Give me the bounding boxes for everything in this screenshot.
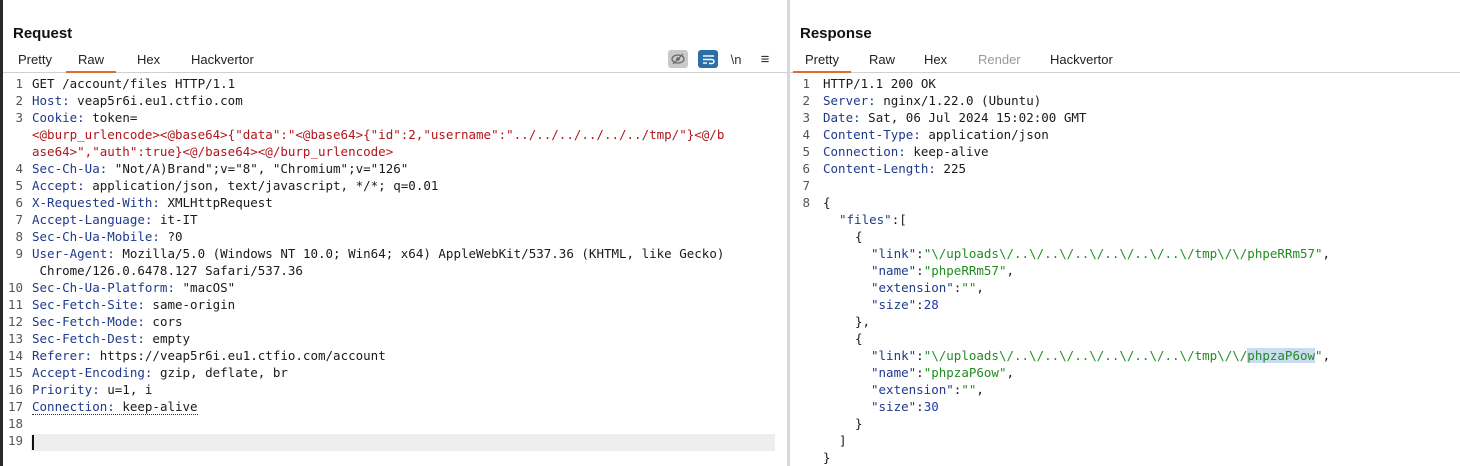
line-number: 1 (802, 76, 810, 91)
request-editor[interactable]: 1 2 3 4 5 6 7 8 9 10 11 12 13 14 15 16 1… (3, 76, 787, 466)
request-tab-hackvertor[interactable]: Hackvertor (179, 48, 266, 71)
json-line: } (855, 416, 863, 431)
line-number: 4 (15, 161, 23, 176)
request-line: GET /account/files HTTP/1.1 (32, 76, 236, 91)
line-number: 7 (15, 212, 23, 227)
line-number: 5 (802, 144, 810, 159)
response-tab-render: Render (978, 52, 1021, 67)
line-number: 10 (7, 280, 23, 295)
request-title: Request (13, 25, 73, 42)
line-number: 14 (7, 348, 23, 363)
json-line: } (823, 450, 831, 465)
request-line: ase64>","auth":true}<@/base64><@/burp_ur… (32, 144, 394, 159)
line-number: 19 (7, 433, 23, 448)
response-line: Content-Type: application/json (823, 127, 1049, 142)
request-line: <@burp_urlencode><@base64>{"data":"<@bas… (32, 127, 725, 142)
response-tab-hackvertor[interactable]: Hackvertor (1038, 48, 1125, 71)
response-line: HTTP/1.1 200 OK (823, 76, 936, 91)
line-number: 11 (7, 297, 23, 312)
request-pane: Request Pretty Raw Hex Hackvertor \n ≡ 1… (3, 0, 787, 466)
response-tab-raw[interactable]: Raw (857, 48, 907, 71)
request-line: Cookie: token= (32, 110, 138, 125)
line-number: 9 (15, 246, 23, 261)
line-number: 2 (15, 93, 23, 108)
line-number: 8 (802, 195, 810, 210)
line-number: 13 (7, 331, 23, 346)
request-line: User-Agent: Mozilla/5.0 (Windows NT 10.0… (32, 246, 725, 261)
line-number: 15 (7, 365, 23, 380)
eye-off-icon[interactable] (668, 50, 688, 68)
line-number: 2 (802, 93, 810, 108)
request-line: Sec-Ch-Ua-Platform: "macOS" (32, 280, 236, 295)
request-line: Connection: keep-alive (32, 399, 198, 415)
json-line: "name":"phpeRRm57", (871, 263, 1015, 278)
response-editor[interactable]: 1 2 3 4 5 6 7 8 HTTP/1.1 200 OK Server: … (790, 76, 1460, 466)
line-number: 3 (15, 110, 23, 125)
line-number: 16 (7, 382, 23, 397)
response-pane: Response Pretty Raw Hex Render Hackverto… (790, 0, 1460, 466)
response-line: Date: Sat, 06 Jul 2024 15:02:00 GMT (823, 110, 1087, 125)
json-line: "link":"\/uploads\/..\/..\/..\/..\/..\/.… (871, 348, 1331, 363)
line-number: 8 (15, 229, 23, 244)
request-tab-hex[interactable]: Hex (125, 48, 172, 71)
request-line: Priority: u=1, i (32, 382, 153, 397)
selected-text: phpzaP6ow (1247, 348, 1316, 363)
request-line: Sec-Fetch-Dest: empty (32, 331, 191, 346)
request-line: Sec-Ch-Ua: "Not/A)Brand";v="8", "Chromiu… (32, 161, 409, 176)
json-line: { (823, 195, 831, 210)
request-line: Accept-Encoding: gzip, deflate, br (32, 365, 288, 380)
response-line: Server: nginx/1.22.0 (Ubuntu) (823, 93, 1042, 108)
request-line: Sec-Fetch-Mode: cors (32, 314, 183, 329)
request-line: Chrome/126.0.6478.127 Safari/537.36 (32, 263, 303, 278)
request-line: Referer: https://veap5r6i.eu1.ctfio.com/… (32, 348, 386, 363)
line-number: 4 (802, 127, 810, 142)
line-number: 17 (7, 399, 23, 414)
line-number: 1 (15, 76, 23, 91)
request-line: Accept: application/json, text/javascrip… (32, 178, 439, 193)
request-tab-pretty[interactable]: Pretty (6, 48, 64, 71)
menu-icon[interactable]: ≡ (755, 50, 775, 68)
json-line: { (855, 229, 863, 244)
response-title: Response (800, 25, 872, 42)
json-line: { (855, 331, 863, 346)
json-line: }, (855, 314, 871, 329)
request-tabs: Pretty Raw Hex Hackvertor \n ≡ (3, 48, 787, 73)
response-tab-pretty[interactable]: Pretty (793, 48, 851, 73)
line-number: 6 (802, 161, 810, 176)
newline-toggle-icon[interactable]: \n (726, 50, 746, 68)
json-line: "size":30 (871, 399, 939, 414)
request-line: X-Requested-With: XMLHttpRequest (32, 195, 273, 210)
line-number: 3 (802, 110, 810, 125)
json-line: "extension":"", (871, 280, 984, 295)
json-line: "size":28 (871, 297, 939, 312)
json-line: ] (839, 433, 847, 448)
json-line: "link":"\/uploads\/..\/..\/..\/..\/..\/.… (871, 246, 1331, 261)
text-caret (32, 435, 34, 450)
line-number: 7 (802, 178, 810, 193)
line-number: 6 (15, 195, 23, 210)
response-tabs: Pretty Raw Hex Render Hackvertor (790, 48, 1460, 73)
response-line: Content-Length: 225 (823, 161, 966, 176)
request-line: Sec-Ch-Ua-Mobile: ?0 (32, 229, 183, 244)
json-line: "name":"phpzaP6ow", (871, 365, 1015, 380)
request-line: Sec-Fetch-Site: same-origin (32, 297, 236, 312)
line-number: 5 (15, 178, 23, 193)
request-line: Accept-Language: it-IT (32, 212, 198, 227)
json-line: "extension":"", (871, 382, 984, 397)
line-number: 12 (7, 314, 23, 329)
response-line: Connection: keep-alive (823, 144, 989, 159)
response-tab-hex[interactable]: Hex (912, 48, 959, 71)
request-tab-raw[interactable]: Raw (66, 48, 117, 73)
json-line: "files":[ (839, 212, 907, 227)
request-line: Host: veap5r6i.eu1.ctfio.com (32, 93, 243, 108)
current-line-highlight (31, 434, 775, 451)
wrap-text-icon[interactable] (698, 50, 718, 68)
line-number: 18 (7, 416, 23, 431)
